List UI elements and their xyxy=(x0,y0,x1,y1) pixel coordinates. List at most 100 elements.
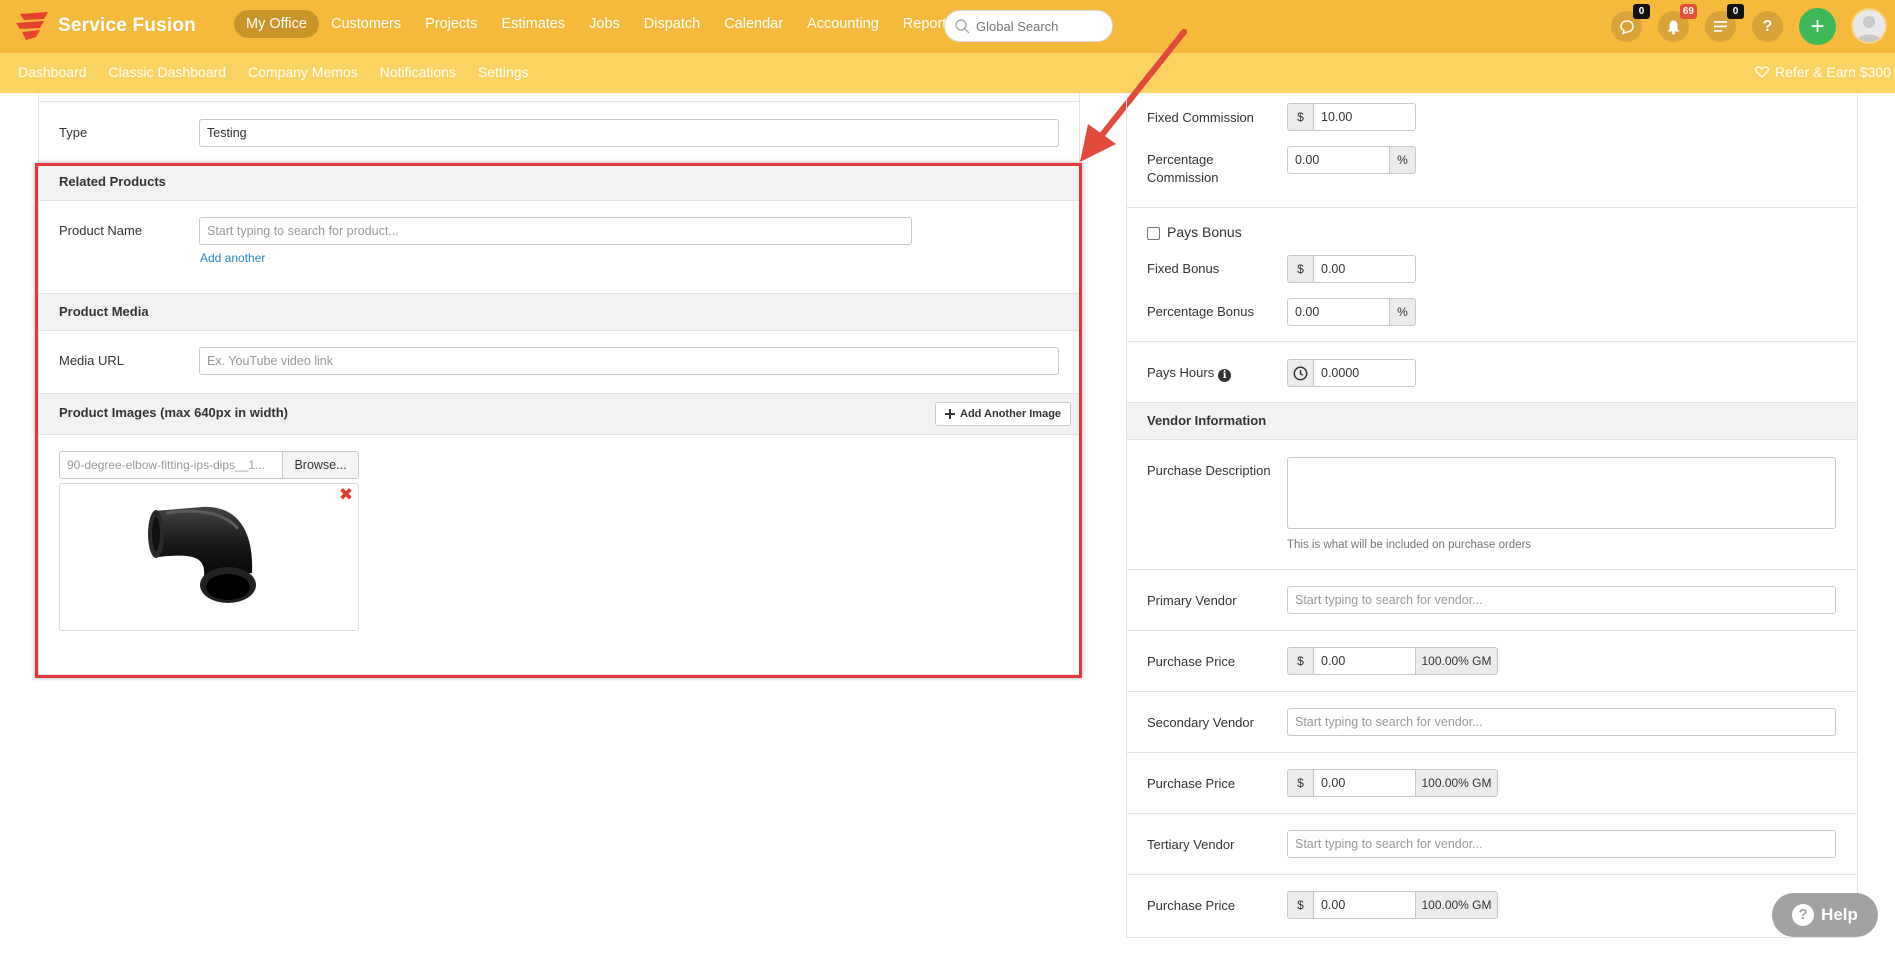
office-subnav: Dashboard Classic Dashboard Company Memo… xyxy=(18,64,529,80)
messages-badge: 0 xyxy=(1633,4,1650,19)
notifications-badge: 69 xyxy=(1679,4,1697,19)
sub-navbar: Dashboard Classic Dashboard Company Memo… xyxy=(0,53,1895,93)
chat-bubble-icon xyxy=(1619,19,1634,35)
add-another-image-button[interactable]: Add Another Image xyxy=(935,402,1072,426)
purchase-description-help: This is what will be included on purchas… xyxy=(1287,539,1532,551)
add-another-product-link[interactable]: Add another xyxy=(200,251,265,265)
add-another-image-label: Add Another Image xyxy=(960,408,1062,420)
image-file-picker[interactable]: 90-degree-elbow-fitting-ips-dips__1... B… xyxy=(59,451,359,479)
nav-dispatch[interactable]: Dispatch xyxy=(632,10,712,38)
fixed-bonus-label: Fixed Bonus xyxy=(1147,261,1220,276)
currency-addon: $ xyxy=(1287,103,1313,131)
currency-addon: $ xyxy=(1287,647,1313,675)
notifications-button[interactable]: 69 xyxy=(1658,4,1697,42)
refer-label: Refer & Earn $300 xyxy=(1775,64,1891,80)
purchase-description-textarea[interactable] xyxy=(1287,457,1836,529)
user-avatar[interactable] xyxy=(1851,8,1887,44)
browse-button[interactable]: Browse... xyxy=(282,452,358,478)
nav-projects[interactable]: Projects xyxy=(413,10,489,38)
fixed-commission-label: Fixed Commission xyxy=(1147,110,1254,125)
product-name-label: Product Name xyxy=(59,223,143,238)
question-icon: ? xyxy=(1762,17,1773,35)
related-products-heading: Related Products xyxy=(39,163,1079,201)
product-media-heading: Product Media xyxy=(39,293,1079,331)
tertiary-purchase-price-input[interactable]: 0.00 xyxy=(1313,891,1416,919)
media-url-input[interactable]: Ex. YouTube video link xyxy=(199,347,1059,375)
secondary-vendor-label: Secondary Vendor xyxy=(1147,715,1254,730)
primary-purchase-price-input[interactable]: 0.00 xyxy=(1313,647,1416,675)
divider xyxy=(1127,691,1857,692)
nav-calendar[interactable]: Calendar xyxy=(712,10,795,38)
percentage-commission-label: Percentage Commission xyxy=(1147,152,1219,185)
product-images-heading: Product Images (max 640px in width) xyxy=(39,393,1079,435)
top-navbar: Service Fusion My Office Customers Proje… xyxy=(0,0,1895,53)
quick-add-button[interactable]: + xyxy=(1799,8,1836,45)
divider xyxy=(1127,813,1857,814)
currency-addon: $ xyxy=(1287,891,1313,919)
gm-addon: 100.00% GM xyxy=(1416,647,1498,675)
percentage-bonus-input[interactable]: 0.00 xyxy=(1287,298,1390,326)
divider xyxy=(39,101,1079,102)
percentage-bonus-label: Percentage Bonus xyxy=(1147,304,1254,319)
tasks-button[interactable]: 0 xyxy=(1705,4,1744,42)
type-input[interactable]: Testing xyxy=(199,119,1059,147)
product-images-title: Product Images (max 640px in width) xyxy=(59,405,288,420)
service-fusion-logo-icon xyxy=(16,12,48,40)
currency-addon: $ xyxy=(1287,769,1313,797)
secondary-vendor-input[interactable]: Start typing to search for vendor... xyxy=(1287,708,1836,736)
brand-logo[interactable]: Service Fusion xyxy=(14,9,196,43)
subnav-notifications[interactable]: Notifications xyxy=(380,64,456,80)
user-silhouette-icon xyxy=(1857,16,1881,42)
pays-hours-input[interactable]: 0.0000 xyxy=(1313,359,1416,387)
fixed-commission-input[interactable]: 10.00 xyxy=(1313,103,1416,131)
nav-my-office[interactable]: My Office xyxy=(234,10,319,38)
plus-icon: + xyxy=(1810,12,1825,40)
help-menu-button[interactable]: ? xyxy=(1752,11,1783,42)
vendor-information-heading: Vendor Information xyxy=(1127,402,1857,440)
percent-addon: % xyxy=(1390,146,1416,174)
subnav-settings[interactable]: Settings xyxy=(478,64,529,80)
question-circle-icon: ? xyxy=(1792,904,1815,926)
purchase-description-label: Purchase Description xyxy=(1147,463,1271,478)
help-label: Help xyxy=(1821,905,1858,924)
fixed-bonus-input[interactable]: 0.00 xyxy=(1313,255,1416,283)
nav-estimates[interactable]: Estimates xyxy=(489,10,577,38)
tertiary-vendor-input[interactable]: Start typing to search for vendor... xyxy=(1287,830,1836,858)
gm-addon: 100.00% GM xyxy=(1416,891,1498,919)
secondary-purchase-price-input[interactable]: 0.00 xyxy=(1313,769,1416,797)
percentage-commission-input[interactable]: 0.00 xyxy=(1287,146,1390,174)
pays-hours-text: Pays Hours xyxy=(1147,365,1215,380)
remove-image-icon[interactable]: ✖ xyxy=(338,486,354,503)
primary-vendor-label: Primary Vendor xyxy=(1147,593,1237,608)
pays-bonus-checkbox[interactable] xyxy=(1147,227,1160,240)
divider xyxy=(1127,207,1857,208)
nav-accounting[interactable]: Accounting xyxy=(795,10,891,38)
pricing-vendor-panel: Fixed Commission $ 10.00 Percentage Comm… xyxy=(1126,93,1858,938)
info-icon[interactable]: i xyxy=(1218,369,1232,382)
primary-vendor-input[interactable]: Start typing to search for vendor... xyxy=(1287,586,1836,614)
product-image-preview: ✖ xyxy=(59,483,359,631)
bell-icon xyxy=(1667,20,1680,35)
divider xyxy=(1127,874,1857,875)
subnav-classic-dashboard[interactable]: Classic Dashboard xyxy=(109,64,227,80)
divider xyxy=(1127,752,1857,753)
subnav-dashboard[interactable]: Dashboard xyxy=(18,64,87,80)
divider xyxy=(1127,569,1857,570)
subnav-company-memos[interactable]: Company Memos xyxy=(248,64,358,80)
nav-customers[interactable]: Customers xyxy=(319,10,413,38)
help-button[interactable]: ? Help xyxy=(1772,893,1878,937)
refer-link[interactable]: Refer & Earn $300 xyxy=(1755,64,1891,80)
messages-button[interactable]: 0 xyxy=(1611,4,1650,42)
nav-jobs[interactable]: Jobs xyxy=(577,10,632,38)
tertiary-purchase-price-label: Purchase Price xyxy=(1147,898,1236,913)
clock-icon xyxy=(1293,366,1308,380)
product-search-input[interactable]: Start typing to search for product... xyxy=(199,217,912,245)
media-url-label: Media URL xyxy=(59,353,125,368)
search-icon xyxy=(955,18,970,33)
product-details-panel: Type Testing Related Products Product Na… xyxy=(38,93,1080,675)
percent-addon: % xyxy=(1390,298,1416,326)
pays-hours-label: Pays Hours i xyxy=(1147,365,1232,382)
elbow-fitting-image xyxy=(148,506,256,603)
gm-addon: 100.00% GM xyxy=(1416,769,1498,797)
tasks-badge: 0 xyxy=(1727,4,1744,19)
